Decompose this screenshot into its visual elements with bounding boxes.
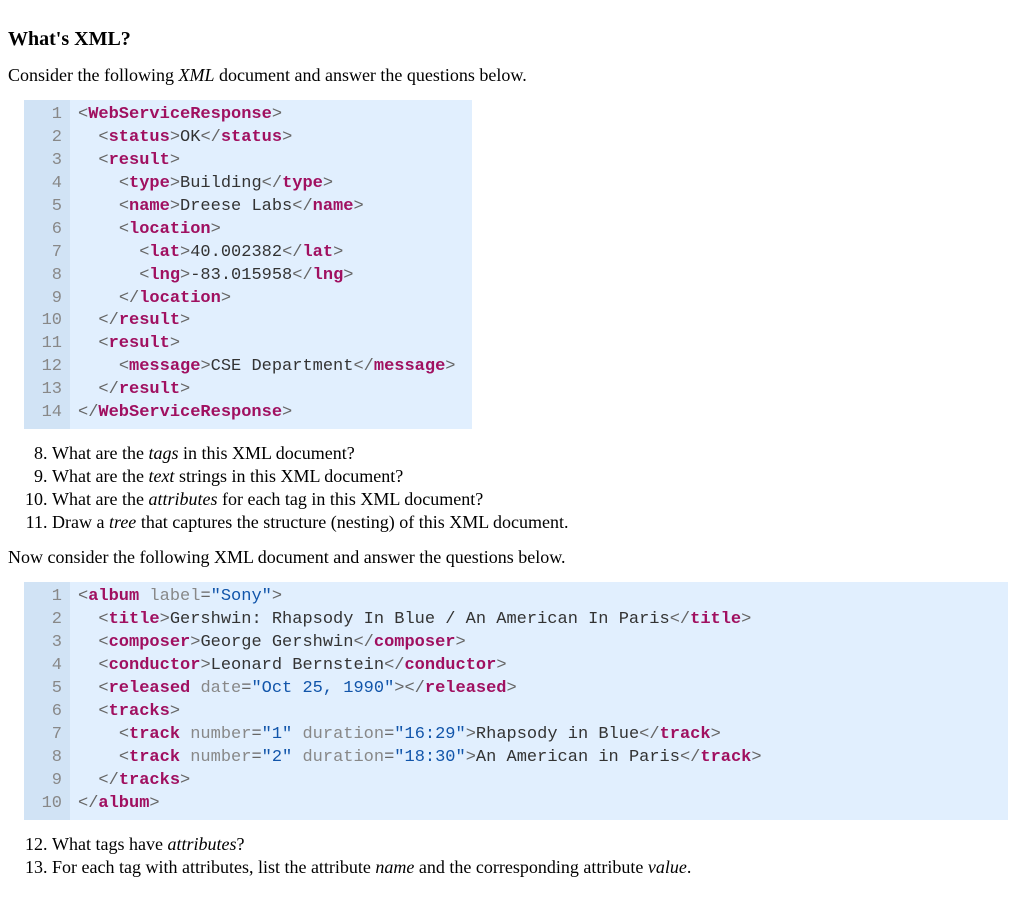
emphasis: attributes: [167, 834, 236, 854]
emphasis: XML: [178, 65, 214, 85]
question-item: For each tag with attributes, list the a…: [52, 857, 1016, 878]
question-item: What are the text strings in this XML do…: [52, 466, 1016, 487]
code-line: </result>: [70, 310, 472, 333]
line-number: 2: [24, 609, 70, 632]
code-line: <track number="1" duration="16:29">Rhaps…: [70, 724, 1008, 747]
intro-paragraph-2: Now consider the following XML document …: [8, 547, 1016, 568]
code-line: <track number="2" duration="18:30">An Am…: [70, 747, 1008, 770]
code-line: <result>: [70, 150, 472, 173]
line-number: 4: [24, 655, 70, 678]
emphasis: value: [648, 857, 687, 877]
line-number: 10: [24, 793, 70, 820]
line-number: 14: [24, 402, 70, 429]
emphasis: name: [375, 857, 414, 877]
line-number: 7: [24, 242, 70, 265]
question-item: Draw a tree that captures the structure …: [52, 512, 1016, 533]
line-number: 9: [24, 288, 70, 311]
code-line: </result>: [70, 379, 472, 402]
code-line: <composer>George Gershwin</composer>: [70, 632, 1008, 655]
line-number: 9: [24, 770, 70, 793]
code-line: </WebServiceResponse>: [70, 402, 472, 429]
question-item: What tags have attributes?: [52, 834, 1016, 855]
line-number: 6: [24, 701, 70, 724]
line-number: 12: [24, 356, 70, 379]
line-number: 2: [24, 127, 70, 150]
code-line: </tracks>: [70, 770, 1008, 793]
code-line: <lng>-83.015958</lng>: [70, 265, 472, 288]
emphasis: tree: [109, 512, 136, 532]
code-line: <released date="Oct 25, 1990"></released…: [70, 678, 1008, 701]
line-number: 8: [24, 265, 70, 288]
code-line: <conductor>Leonard Bernstein</conductor>: [70, 655, 1008, 678]
line-number: 10: [24, 310, 70, 333]
intro-paragraph-1: Consider the following XML document and …: [8, 65, 1016, 86]
code-line: <message>CSE Department</message>: [70, 356, 472, 379]
emphasis: tags: [148, 443, 178, 463]
line-number: 8: [24, 747, 70, 770]
code-line: </album>: [70, 793, 1008, 820]
code-line: </location>: [70, 288, 472, 311]
line-number: 4: [24, 173, 70, 196]
questions-list-a: What are the tags in this XML document?W…: [12, 443, 1016, 533]
code-line: <status>OK</status>: [70, 127, 472, 150]
xml-code-block-1: 1<WebServiceResponse>2 <status>OK</statu…: [24, 100, 472, 429]
line-number: 13: [24, 379, 70, 402]
question-item: What are the tags in this XML document?: [52, 443, 1016, 464]
code-line: <name>Dreese Labs</name>: [70, 196, 472, 219]
line-number: 6: [24, 219, 70, 242]
line-number: 3: [24, 632, 70, 655]
line-number: 1: [24, 582, 70, 609]
emphasis: attributes: [148, 489, 217, 509]
code-line: <type>Building</type>: [70, 173, 472, 196]
line-number: 11: [24, 333, 70, 356]
code-line: <result>: [70, 333, 472, 356]
code-line: <title>Gershwin: Rhapsody In Blue / An A…: [70, 609, 1008, 632]
code-line: <lat>40.002382</lat>: [70, 242, 472, 265]
emphasis: text: [148, 466, 174, 486]
code-line: <album label="Sony">: [70, 582, 1008, 609]
questions-list-b: What tags have attributes?For each tag w…: [12, 834, 1016, 878]
line-number: 1: [24, 100, 70, 127]
code-line: <WebServiceResponse>: [70, 100, 472, 127]
question-item: What are the attributes for each tag in …: [52, 489, 1016, 510]
section-heading: What's XML?: [8, 28, 1016, 51]
line-number: 5: [24, 678, 70, 701]
code-line: <location>: [70, 219, 472, 242]
code-line: <tracks>: [70, 701, 1008, 724]
line-number: 5: [24, 196, 70, 219]
line-number: 3: [24, 150, 70, 173]
line-number: 7: [24, 724, 70, 747]
xml-code-block-2: 1<album label="Sony">2 <title>Gershwin: …: [24, 582, 1008, 819]
